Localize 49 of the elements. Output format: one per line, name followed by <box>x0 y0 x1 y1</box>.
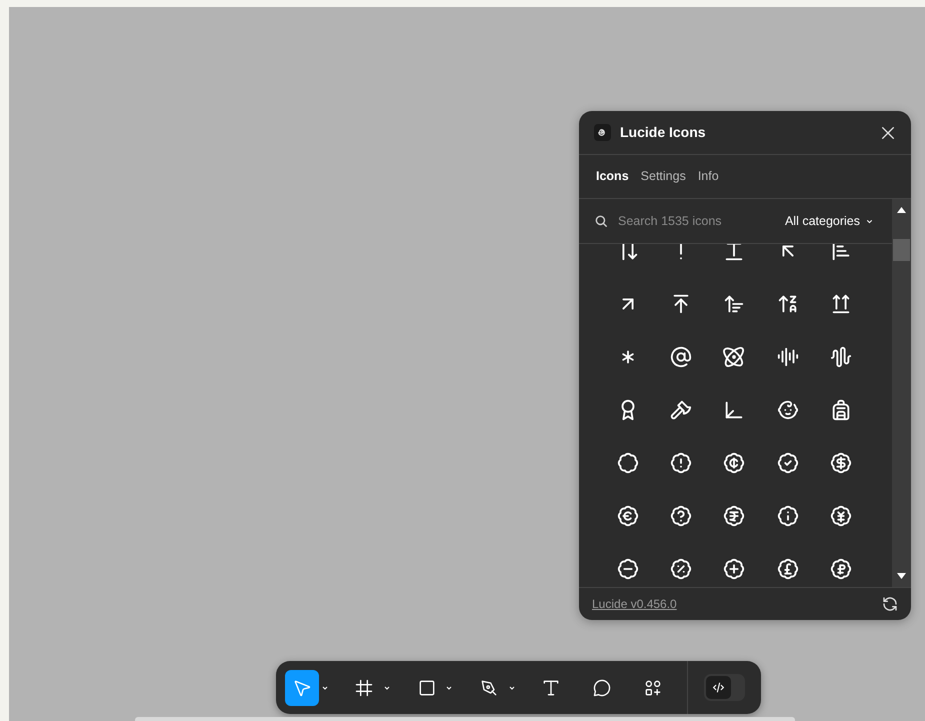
scrollbar[interactable] <box>892 199 911 587</box>
badge-cent-icon[interactable] <box>723 452 746 474</box>
sound-bars-icon[interactable] <box>776 346 799 368</box>
pointer-icon <box>292 678 312 698</box>
search-icon <box>594 214 608 228</box>
move-tool-button[interactable] <box>285 670 319 706</box>
dev-mode-toggle[interactable] <box>704 674 745 701</box>
arrow-up-letters-icon[interactable] <box>776 292 799 314</box>
hash-frame-icon <box>354 678 374 698</box>
arrow-up-lines-icon[interactable] <box>723 292 746 314</box>
badge-rupee-icon[interactable] <box>723 504 746 526</box>
scroll-down-icon[interactable] <box>897 573 906 579</box>
badge-info-icon[interactable] <box>776 504 799 526</box>
speech-bubble-icon <box>592 678 612 698</box>
shapes-plus-icon <box>643 678 664 698</box>
close-icon[interactable] <box>880 124 896 140</box>
badge-icon[interactable] <box>616 452 639 474</box>
badge-check-icon[interactable] <box>776 452 799 474</box>
square-icon <box>416 678 437 698</box>
badge-plus-icon[interactable] <box>723 558 746 580</box>
badge-euro-icon[interactable] <box>616 504 639 526</box>
tab[interactable]: Icons <box>596 167 629 186</box>
version-link[interactable]: Lucide v0.456.0 <box>592 595 677 613</box>
double-arrow-up-icon[interactable] <box>830 292 852 314</box>
pen-nib-icon <box>478 678 499 698</box>
badge-exclamation-icon[interactable] <box>670 452 692 474</box>
waveform-icon[interactable] <box>830 346 852 368</box>
search-field[interactable]: Search 1535 icons <box>618 212 758 230</box>
badge-question-icon[interactable] <box>670 504 692 526</box>
badge-percent-icon[interactable] <box>670 558 692 580</box>
atom-icon[interactable] <box>723 346 746 368</box>
baby-face-icon[interactable] <box>776 398 799 420</box>
tab[interactable]: Settings <box>640 167 686 186</box>
tab[interactable]: Info <box>698 167 719 186</box>
text-icon <box>541 678 562 698</box>
scroll-thumb[interactable] <box>893 239 910 261</box>
refresh-icon[interactable] <box>882 596 898 612</box>
badge-yen-icon[interactable] <box>830 504 852 526</box>
panel-title: Lucide Icons <box>620 123 706 142</box>
badge-ruble-icon[interactable] <box>830 558 852 580</box>
plugin-logo-icon <box>594 124 611 141</box>
badge-minus-icon[interactable] <box>616 558 639 580</box>
scroll-up-icon[interactable] <box>897 207 906 213</box>
code-brackets-icon <box>712 681 726 694</box>
badge-pound-icon[interactable] <box>776 558 799 580</box>
at-sign-icon[interactable] <box>670 346 692 368</box>
category-dropdown[interactable]: All categories <box>784 212 874 230</box>
badge-dollar-icon[interactable] <box>830 452 852 474</box>
axe-icon[interactable] <box>670 398 692 420</box>
